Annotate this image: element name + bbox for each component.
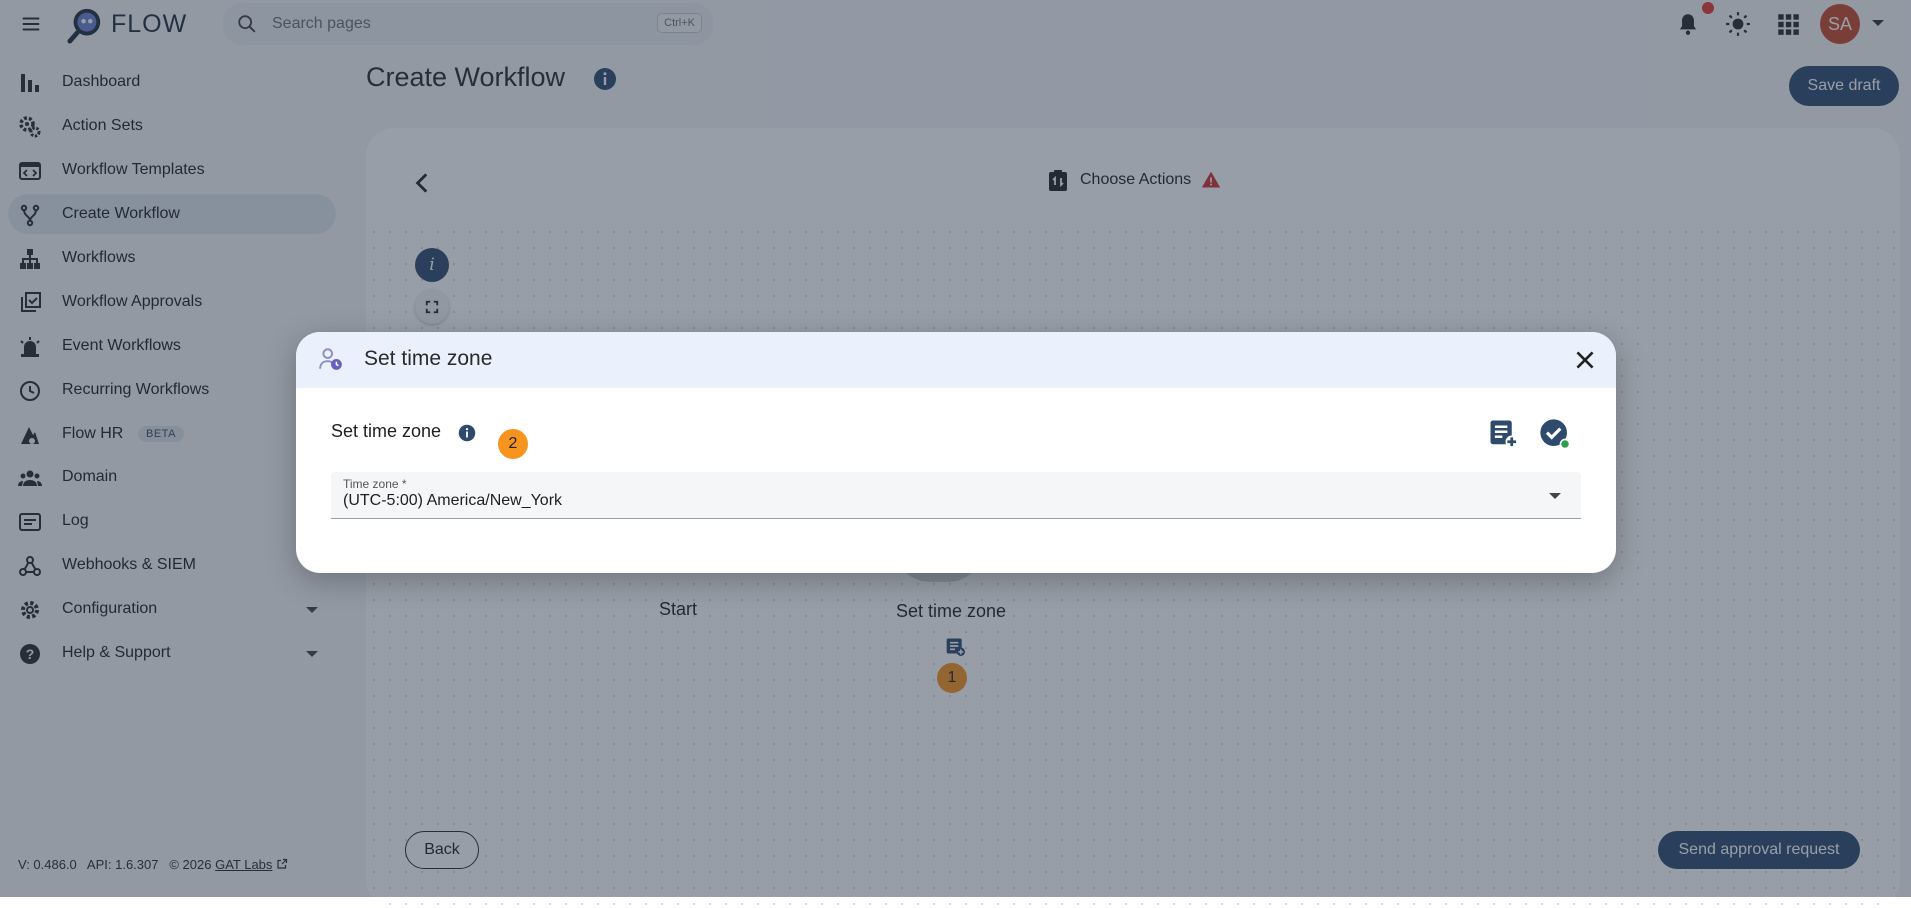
- close-icon[interactable]: [1572, 347, 1598, 373]
- dialog-header: Set time zone: [296, 332, 1616, 388]
- section-title: Set time zone: [331, 421, 442, 441]
- set-time-zone-dialog: Set time zone Set time zone 2 Time zone …: [296, 332, 1616, 573]
- user-time-icon: [319, 348, 342, 370]
- check-circle-icon[interactable]: [1539, 418, 1571, 450]
- info-icon[interactable]: [458, 424, 476, 442]
- field-value: (UTC-5:00) America/New_York: [343, 492, 563, 509]
- time-zone-select[interactable]: Time zone * (UTC-5:00) America/New_York: [331, 472, 1581, 519]
- dialog-title: Set time zone: [364, 347, 493, 370]
- tour-step-badge: 2: [498, 429, 528, 459]
- app-root: FLOW Search pages Ctrl+K SA Dashboard Ac…: [0, 0, 1911, 908]
- field-label: Time zone *: [343, 477, 407, 491]
- dropdown-arrow-icon[interactable]: [1549, 493, 1561, 499]
- add-list-icon[interactable]: [1488, 418, 1518, 448]
